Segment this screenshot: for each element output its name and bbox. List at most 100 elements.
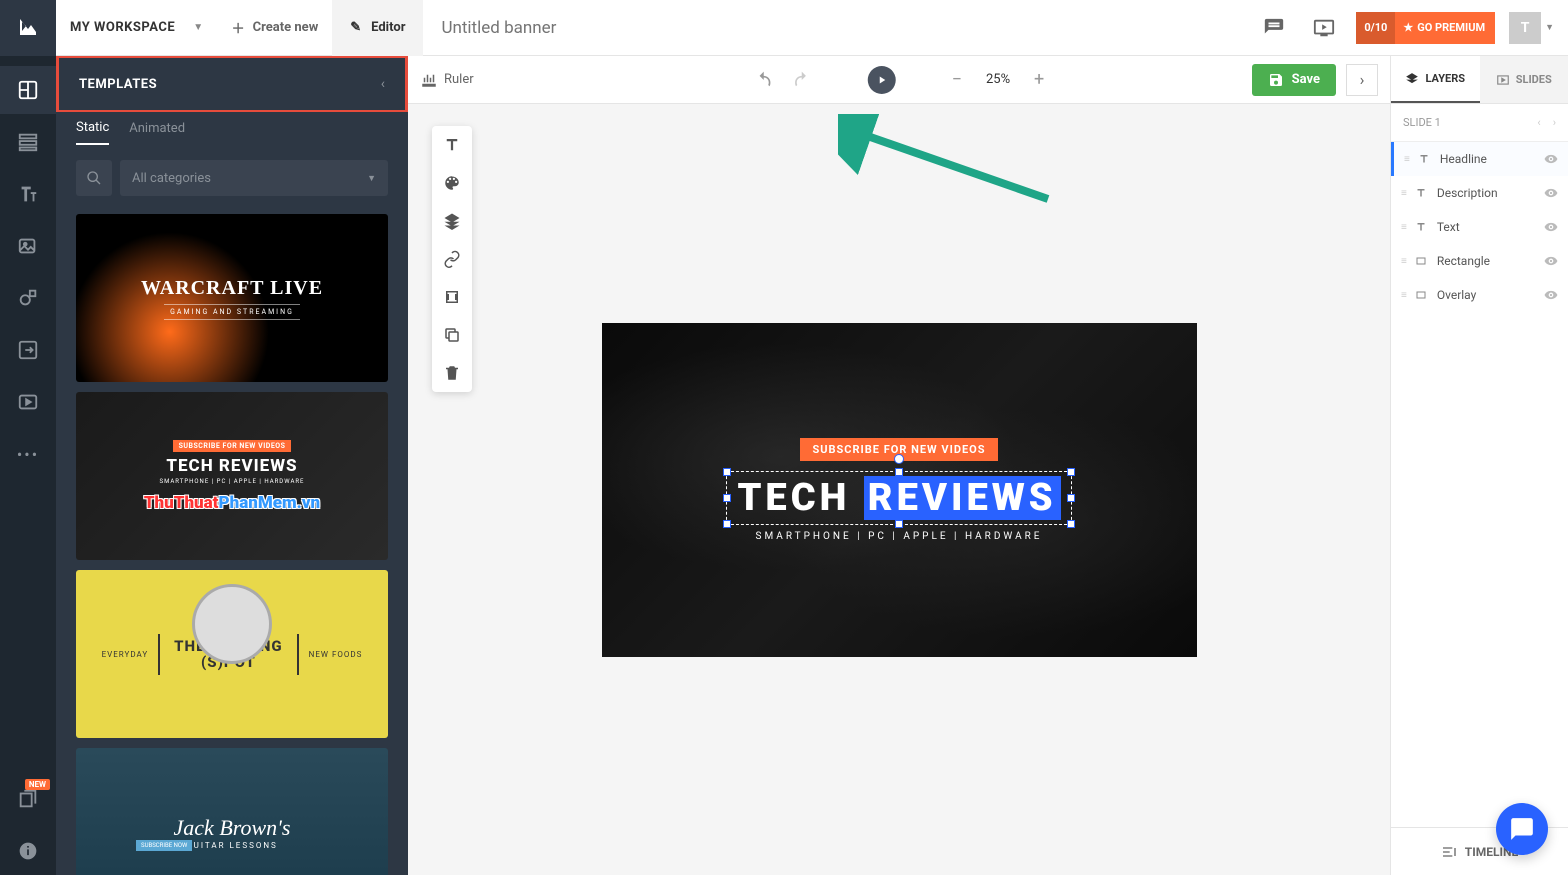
canvas-viewport[interactable]: SUBSCRIBE FOR NEW VIDEOS TECH REVIEWS SM…: [408, 104, 1390, 875]
layer-list: ≡Headline≡Description≡Text≡Rectangle≡Ove…: [1391, 142, 1568, 827]
visibility-toggle-icon[interactable]: [1544, 152, 1558, 166]
drag-handle-icon[interactable]: ≡: [1401, 290, 1407, 301]
drag-handle-icon[interactable]: ≡: [1401, 188, 1407, 199]
resize-handle[interactable]: [895, 520, 903, 528]
layers-tool-icon[interactable]: [432, 202, 472, 240]
user-menu[interactable]: T ▼: [1509, 12, 1554, 44]
link-tool-icon[interactable]: [432, 240, 472, 278]
preview-icon[interactable]: [1306, 10, 1342, 46]
workspace-name: MY WORKSPACE: [70, 20, 175, 35]
rail-layouts[interactable]: [0, 118, 56, 166]
next-slide-button[interactable]: ›: [1553, 116, 1556, 129]
rotate-handle[interactable]: [894, 454, 904, 464]
template-item[interactable]: WARCRAFT LIVE GAMING AND STREAMING: [76, 214, 388, 382]
workspace-selector[interactable]: MY WORKSPACE ▼: [56, 20, 218, 35]
rail-library[interactable]: NEW: [0, 775, 56, 823]
layer-name: Overlay: [1437, 288, 1536, 302]
save-button[interactable]: Save: [1252, 64, 1336, 96]
app-logo[interactable]: [0, 0, 56, 56]
tab-slides[interactable]: SLIDES: [1480, 56, 1568, 103]
search-button[interactable]: [76, 160, 112, 196]
rail-info[interactable]: [0, 827, 56, 875]
banner-preview[interactable]: SUBSCRIBE FOR NEW VIDEOS TECH REVIEWS SM…: [602, 323, 1197, 657]
layer-name: Description: [1437, 186, 1536, 200]
editor-button[interactable]: ✎ Editor: [332, 0, 423, 56]
drag-handle-icon[interactable]: ≡: [1401, 256, 1407, 267]
play-button[interactable]: [868, 66, 896, 94]
ruler-toggle[interactable]: Ruler: [420, 71, 474, 89]
canvas-toolbar: Ruler − 25% + Save ›: [408, 56, 1390, 104]
selected-element[interactable]: TECH REVIEWS: [726, 471, 1071, 525]
visibility-toggle-icon[interactable]: [1544, 220, 1558, 234]
rail-images[interactable]: [0, 222, 56, 270]
video-tool-icon[interactable]: [432, 278, 472, 316]
element-tools: [432, 126, 472, 392]
rail-import[interactable]: [0, 326, 56, 374]
banner-description: SMARTPHONE | PC | APPLE | HARDWARE: [756, 531, 1043, 542]
color-tool-icon[interactable]: [432, 164, 472, 202]
layer-item[interactable]: ≡ Description: [1391, 176, 1568, 210]
zoom-out-button[interactable]: −: [952, 69, 962, 90]
visibility-toggle-icon[interactable]: [1544, 186, 1558, 200]
rail-templates[interactable]: [0, 66, 56, 114]
app-header: MY WORKSPACE ▼ ＋ Create new ✎ Editor 0/1…: [0, 0, 1568, 56]
template-type-tabs: Static Animated: [56, 112, 408, 152]
visibility-toggle-icon[interactable]: [1544, 254, 1558, 268]
rail-more[interactable]: •••: [0, 430, 56, 478]
resize-handle[interactable]: [1067, 494, 1075, 502]
template-item[interactable]: EVERYDAY THE COOKING(S)POT NEW FOODS: [76, 570, 388, 738]
template-grid: WARCRAFT LIVE GAMING AND STREAMING SUBSC…: [56, 204, 408, 875]
layer-name: Text: [1437, 220, 1536, 234]
tab-animated[interactable]: Animated: [129, 121, 185, 144]
template-item[interactable]: SUBSCRIBE FOR NEW VIDEOS TECH REVIEWS SM…: [76, 392, 388, 560]
banner-headline: TECH REVIEWS: [737, 476, 1060, 520]
collapse-panel-button[interactable]: ‹: [381, 76, 385, 92]
resize-handle[interactable]: [723, 494, 731, 502]
comments-icon[interactable]: [1256, 10, 1292, 46]
resize-handle[interactable]: [1067, 520, 1075, 528]
resize-handle[interactable]: [1067, 468, 1075, 476]
layer-item[interactable]: ≡ Text: [1391, 210, 1568, 244]
canvas-area: Ruler − 25% + Save ›: [408, 56, 1390, 875]
zoom-in-button[interactable]: +: [1034, 69, 1044, 90]
category-select[interactable]: All categories ▼: [120, 160, 388, 196]
pencil-icon: ✎: [350, 20, 361, 35]
chevron-down-icon: ▼: [367, 173, 376, 184]
rail-shapes[interactable]: [0, 274, 56, 322]
resize-handle[interactable]: [895, 468, 903, 476]
zoom-level: 25%: [980, 72, 1016, 87]
tab-static[interactable]: Static: [76, 120, 109, 145]
go-premium-button[interactable]: 0/10 ★ GO PREMIUM: [1356, 12, 1495, 44]
chat-button[interactable]: [1496, 803, 1548, 855]
duplicate-tool-icon[interactable]: [432, 316, 472, 354]
tab-layers[interactable]: LAYERS: [1391, 56, 1480, 103]
layer-item[interactable]: ≡ Overlay: [1391, 278, 1568, 312]
rail-text[interactable]: [0, 170, 56, 218]
layer-item[interactable]: ≡Headline: [1391, 142, 1568, 176]
layer-type-icon: [1418, 153, 1432, 165]
chevron-down-icon: ▼: [1545, 22, 1554, 33]
layer-name: Rectangle: [1437, 254, 1536, 268]
layer-type-icon: [1415, 221, 1429, 233]
layer-item[interactable]: ≡ Rectangle: [1391, 244, 1568, 278]
drag-handle-icon[interactable]: ≡: [1404, 154, 1410, 165]
create-new-button[interactable]: ＋ Create new: [218, 18, 333, 37]
templates-panel: TEMPLATES ‹ Static Animated All categori…: [56, 56, 408, 875]
template-item[interactable]: SUBSCRIBE NOW Jack Brown's GUITAR LESSON…: [76, 748, 388, 875]
prev-slide-button[interactable]: ‹: [1537, 116, 1540, 129]
banner-title-input[interactable]: [423, 18, 1256, 38]
delete-tool-icon[interactable]: [432, 354, 472, 392]
text-tool-icon[interactable]: [432, 126, 472, 164]
undo-button[interactable]: [754, 70, 774, 90]
drag-handle-icon[interactable]: ≡: [1401, 222, 1407, 233]
tool-rail: ••• NEW: [0, 56, 56, 875]
next-button[interactable]: ›: [1346, 64, 1378, 96]
rail-video[interactable]: [0, 378, 56, 426]
layer-type-icon: [1415, 255, 1429, 267]
resize-handle[interactable]: [723, 468, 731, 476]
resize-handle[interactable]: [723, 520, 731, 528]
visibility-toggle-icon[interactable]: [1544, 288, 1558, 302]
chevron-down-icon: ▼: [193, 22, 203, 33]
plus-icon: ＋: [232, 18, 245, 37]
redo-button[interactable]: [792, 70, 812, 90]
